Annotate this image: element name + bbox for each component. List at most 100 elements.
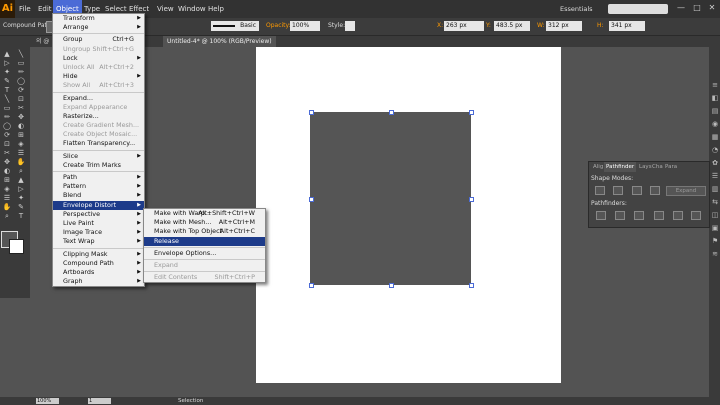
blob-brush-tool-icon[interactable]: ◯ — [16, 77, 26, 85]
pathfinder-button[interactable] — [691, 211, 701, 220]
dock-panel-icon[interactable]: ▣ — [711, 224, 719, 232]
magic-wand-tool-icon[interactable]: ✦ — [16, 194, 26, 202]
minimize-button[interactable]: — — [676, 3, 686, 13]
selection-handle[interactable] — [309, 110, 314, 115]
dock-panel-icon[interactable]: ▥ — [711, 185, 719, 193]
chart-tool-icon[interactable]: ☰ — [2, 194, 12, 202]
eraser-tool-icon[interactable]: ✂ — [2, 149, 12, 157]
expand-button[interactable]: Expand — [666, 186, 706, 196]
pencil-tool-icon[interactable]: ✏ — [2, 113, 12, 121]
menu-item-transform[interactable]: Transform ▶ — [53, 14, 144, 23]
menu-item-text-wrap[interactable]: Text Wrap ▶ — [53, 237, 144, 246]
magic-wand-tool-icon[interactable]: ✦ — [2, 68, 12, 76]
menu-item-expand-appearance[interactable]: Expand Appearance — [53, 103, 144, 112]
line-tool-icon[interactable]: ╲ — [2, 95, 12, 103]
selection-handle[interactable] — [309, 283, 314, 288]
submenu-item-edit-contents[interactable]: Edit Contents Shift+Ctrl+P — [144, 273, 265, 282]
menu-item-perspective[interactable]: Perspective ▶ — [53, 210, 144, 219]
mesh-tool-icon[interactable]: ◈ — [2, 185, 12, 193]
dock-panel-icon[interactable]: ◫ — [711, 211, 719, 219]
workspace-switcher[interactable]: Essentials — [560, 5, 593, 13]
menu-item-ungroup[interactable]: Ungroup Shift+Ctrl+G — [53, 45, 144, 54]
width-tool-icon[interactable]: ✥ — [2, 158, 12, 166]
rotate-tool-icon[interactable]: ⟳ — [2, 131, 12, 139]
menu-item-create-trim-marks[interactable]: Create Trim Marks — [53, 161, 144, 170]
menu-item-hide[interactable]: Hide ▶ — [53, 72, 144, 81]
dock-panel-icon[interactable]: ⇆ — [711, 198, 719, 206]
y-field[interactable]: 483.5 px — [494, 21, 530, 31]
dock-panel-icon[interactable]: ◉ — [711, 120, 719, 128]
shape-mode-button[interactable] — [650, 186, 660, 195]
menu-item-lock[interactable]: Lock ▶ — [53, 54, 144, 63]
hand-tool-icon[interactable]: ✋ — [16, 158, 26, 166]
shape-mode-button[interactable] — [613, 186, 623, 195]
dock-panel-icon[interactable]: ☰ — [711, 172, 719, 180]
tab-untitled-4[interactable]: Untitled-4* @ 100% (RGB/Preview) — [163, 36, 276, 47]
type-tool-icon[interactable]: T — [16, 212, 26, 220]
eraser-tool-icon[interactable]: ✂ — [16, 104, 26, 112]
menu-item-blend[interactable]: Blend ▶ — [53, 191, 144, 200]
menu-window[interactable]: Window — [175, 0, 209, 18]
dock-panel-icon[interactable]: ≡ — [711, 81, 719, 89]
menu-item-slice[interactable]: Slice ▶ — [53, 152, 144, 161]
submenu-item-envelope-options[interactable]: Envelope Options... — [144, 249, 265, 258]
menu-help[interactable]: Help — [205, 0, 227, 18]
menu-item-arrange[interactable]: Arrange ▶ — [53, 23, 144, 32]
close-button[interactable]: ✕ — [707, 3, 717, 13]
menu-item-expand[interactable]: Expand... — [53, 94, 144, 103]
selection-tool-icon[interactable]: ▲ — [2, 50, 12, 58]
line-tool-icon[interactable]: ╲ — [16, 50, 26, 58]
rectangle-tool-icon[interactable]: ▭ — [16, 59, 26, 67]
menu-item-image-trace[interactable]: Image Trace ▶ — [53, 228, 144, 237]
rotate-tool-icon[interactable]: ⟳ — [16, 86, 26, 94]
submenu-item-make-with-mesh[interactable]: Make with Mesh... Alt+Ctrl+M — [144, 218, 265, 227]
pencil-tool-icon[interactable]: ✏ — [16, 68, 26, 76]
w-field[interactable]: 312 px — [546, 21, 582, 31]
selection-handle[interactable] — [309, 197, 314, 202]
menu-view[interactable]: View — [154, 0, 177, 18]
selection-handle[interactable] — [469, 283, 474, 288]
zoom-tool-icon[interactable]: ⌕ — [16, 167, 26, 175]
menu-item-create-object-mosaic[interactable]: Create Object Mosaic... — [53, 130, 144, 139]
perspective-tool-icon[interactable]: ⊞ — [16, 131, 26, 139]
style-swatch[interactable] — [345, 21, 355, 31]
dock-panel-icon[interactable]: ▤ — [711, 107, 719, 115]
menu-item-unlock-all[interactable]: Unlock All Alt+Ctrl+2 — [53, 63, 144, 72]
submenu-item-make-with-top-object[interactable]: Make with Top Object Alt+Ctrl+C — [144, 227, 265, 236]
shape-mode-button[interactable] — [632, 186, 642, 195]
menu-item-clipping-mask[interactable]: Clipping Mask ▶ — [53, 250, 144, 259]
dock-panel-icon[interactable]: ▦ — [711, 133, 719, 141]
opacity-field[interactable]: 100% — [290, 21, 320, 31]
shape-builder-tool-icon[interactable]: ◐ — [16, 122, 26, 130]
dock-panel-icon[interactable]: ≋ — [711, 250, 719, 258]
direct-selection-tool-icon[interactable]: ▷ — [16, 185, 26, 193]
scale-tool-icon[interactable]: ⊡ — [2, 140, 12, 148]
menu-item-group[interactable]: Group Ctrl+G — [53, 35, 144, 44]
scale-tool-icon[interactable]: ⊡ — [16, 95, 26, 103]
direct-selection-tool-icon[interactable]: ▷ — [2, 59, 12, 67]
pen-tool-icon[interactable]: ✎ — [2, 77, 12, 85]
width-tool-icon[interactable]: ✥ — [16, 113, 26, 121]
mesh-tool-icon[interactable]: ◈ — [16, 140, 26, 148]
x-field[interactable]: 263 px — [444, 21, 484, 31]
compound-path-shape[interactable] — [310, 112, 471, 285]
menu-item-flatten-transparency[interactable]: Flatten Transparency... — [53, 139, 144, 148]
dock-panel-icon[interactable]: ✿ — [711, 159, 719, 167]
type-tool-icon[interactable]: T — [2, 86, 12, 94]
menu-item-envelope-distort[interactable]: Envelope Distort ▶ — [53, 200, 144, 210]
perspective-tool-icon[interactable]: ⊞ — [2, 176, 12, 184]
selection-handle[interactable] — [389, 283, 394, 288]
pathfinder-button[interactable] — [596, 211, 606, 220]
submenu-item-make-with-warp[interactable]: Make with Warp... Alt+Shift+Ctrl+W — [144, 209, 265, 218]
dock-panel-icon[interactable]: ⚑ — [711, 237, 719, 245]
dock-panel-icon[interactable]: ◔ — [711, 146, 719, 154]
selection-handle[interactable] — [469, 110, 474, 115]
h-field[interactable]: 341 px — [609, 21, 645, 31]
pathfinder-button[interactable] — [654, 211, 664, 220]
maximize-button[interactable]: □ — [692, 3, 702, 13]
menu-item-artboards[interactable]: Artboards ▶ — [53, 268, 144, 277]
selection-handle[interactable] — [469, 197, 474, 202]
shape-mode-button[interactable] — [595, 186, 605, 195]
menu-item-create-gradient-mesh[interactable]: Create Gradient Mesh... — [53, 121, 144, 130]
rectangle-tool-icon[interactable]: ▭ — [2, 104, 12, 112]
